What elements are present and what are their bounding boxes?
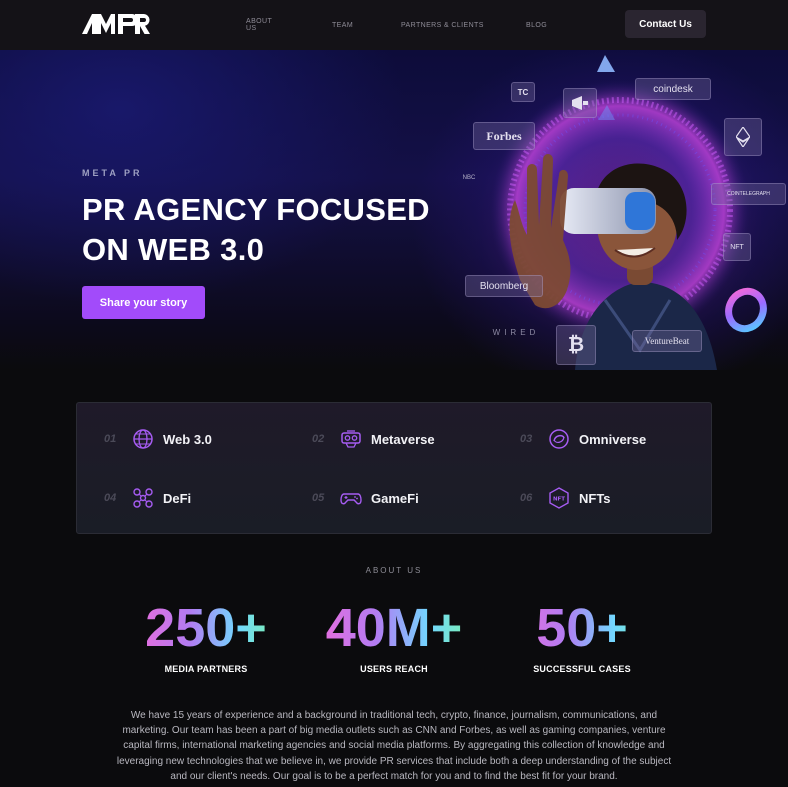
topic-metaverse[interactable]: 02 Metaverse: [312, 428, 435, 450]
topic-number: 02: [312, 433, 325, 445]
topic-number: 04: [104, 492, 117, 504]
contact-us-button[interactable]: Contact Us: [625, 10, 706, 38]
gamepad-icon: [340, 493, 362, 505]
wired-badge: WIRED: [492, 327, 540, 337]
topic-web3[interactable]: 01 Web 3.0: [104, 428, 212, 450]
topic-omniverse[interactable]: 03 Omniverse: [520, 428, 646, 450]
stat-value: 40M+: [306, 598, 482, 658]
network-icon: [133, 488, 153, 508]
ethereum-icon: [724, 118, 762, 156]
forbes-badge: Forbes: [473, 122, 535, 150]
topic-number: 03: [520, 433, 533, 445]
topic-label: Omniverse: [579, 431, 647, 447]
orbit-icon: [549, 429, 569, 449]
top-nav: ABOUT US TEAM PARTNERS & CLIENTS BLOG Co…: [0, 0, 788, 50]
bloomberg-badge: Bloomberg: [465, 275, 543, 297]
stat-value: 250+: [126, 598, 286, 658]
hero-title: PR AGENCY FOCUSED ON WEB 3.0: [82, 190, 482, 270]
vr-headset-icon: [341, 430, 361, 448]
topic-label: NFTs: [579, 490, 611, 506]
mpr-logo[interactable]: [82, 14, 150, 34]
share-your-story-button[interactable]: Share your story: [82, 286, 205, 319]
nav-link-partners-clients[interactable]: PARTNERS & CLIENTS: [401, 22, 484, 29]
hero-title-line2: ON WEB 3.0: [82, 232, 265, 267]
stat-value: 50+: [502, 598, 662, 658]
about-description: We have 15 years of experience and a bac…: [116, 710, 672, 782]
about-us-heading: ABOUT US: [365, 566, 423, 575]
topic-number: 05: [312, 492, 325, 504]
svg-text:NFT: NFT: [553, 497, 565, 503]
nft-badge: NFT: [723, 233, 751, 261]
coindesk-badge: coindesk: [635, 78, 711, 100]
hero-illustration: coindesk Forbes Bloomberg VentureBeat CO…: [455, 50, 788, 370]
hero-section: META PR PR AGENCY FOCUSED ON WEB 3.0 Sha…: [0, 50, 788, 370]
stat-label: SUCCESSFUL CASES: [533, 664, 631, 674]
techcrunch-badge: TC: [511, 82, 535, 102]
stat-users-reach: 40M+ USERS REACH: [306, 598, 482, 674]
vr-woman-illustration: [490, 55, 767, 370]
nbc-badge: NBC: [462, 175, 476, 181]
venturebeat-badge: VentureBeat: [632, 330, 702, 352]
topic-label: Metaverse: [371, 431, 435, 447]
stat-successful-cases: 50+ SUCCESSFUL CASES: [502, 598, 662, 674]
topic-number: 01: [104, 433, 117, 445]
hero-kicker: META PR: [82, 168, 143, 178]
topic-label: Web 3.0: [163, 431, 212, 447]
topic-label: DeFi: [163, 490, 192, 506]
nav-link-team[interactable]: TEAM: [332, 22, 353, 29]
nav-link-about-us[interactable]: ABOUT US: [246, 18, 272, 32]
megaphone-icon: [563, 88, 597, 118]
nav-link-blog[interactable]: BLOG: [526, 22, 547, 29]
topic-defi[interactable]: 04 DeFi: [104, 487, 191, 509]
topic-label: GameFi: [371, 490, 419, 506]
topics-panel: 01 Web 3.0 02 Metaverse 03 Omniverse 04 …: [76, 402, 712, 534]
stat-media-partners: 250+ MEDIA PARTNERS: [126, 598, 286, 674]
globe-icon: [133, 429, 153, 449]
topic-gamefi[interactable]: 05 GameFi: [312, 487, 419, 509]
stat-label: USERS REACH: [360, 664, 428, 674]
bitcoin-icon: ₿: [556, 325, 596, 365]
topic-number: 06: [520, 492, 533, 504]
hero-title-line1: PR AGENCY FOCUSED: [82, 192, 430, 227]
stat-label: MEDIA PARTNERS: [164, 664, 248, 674]
cointelegraph-badge: COINTELEGRAPH: [711, 183, 786, 205]
nft-hexagon-icon: NFT: [549, 487, 569, 509]
topic-nfts[interactable]: 06 NFT NFTs: [520, 487, 611, 509]
